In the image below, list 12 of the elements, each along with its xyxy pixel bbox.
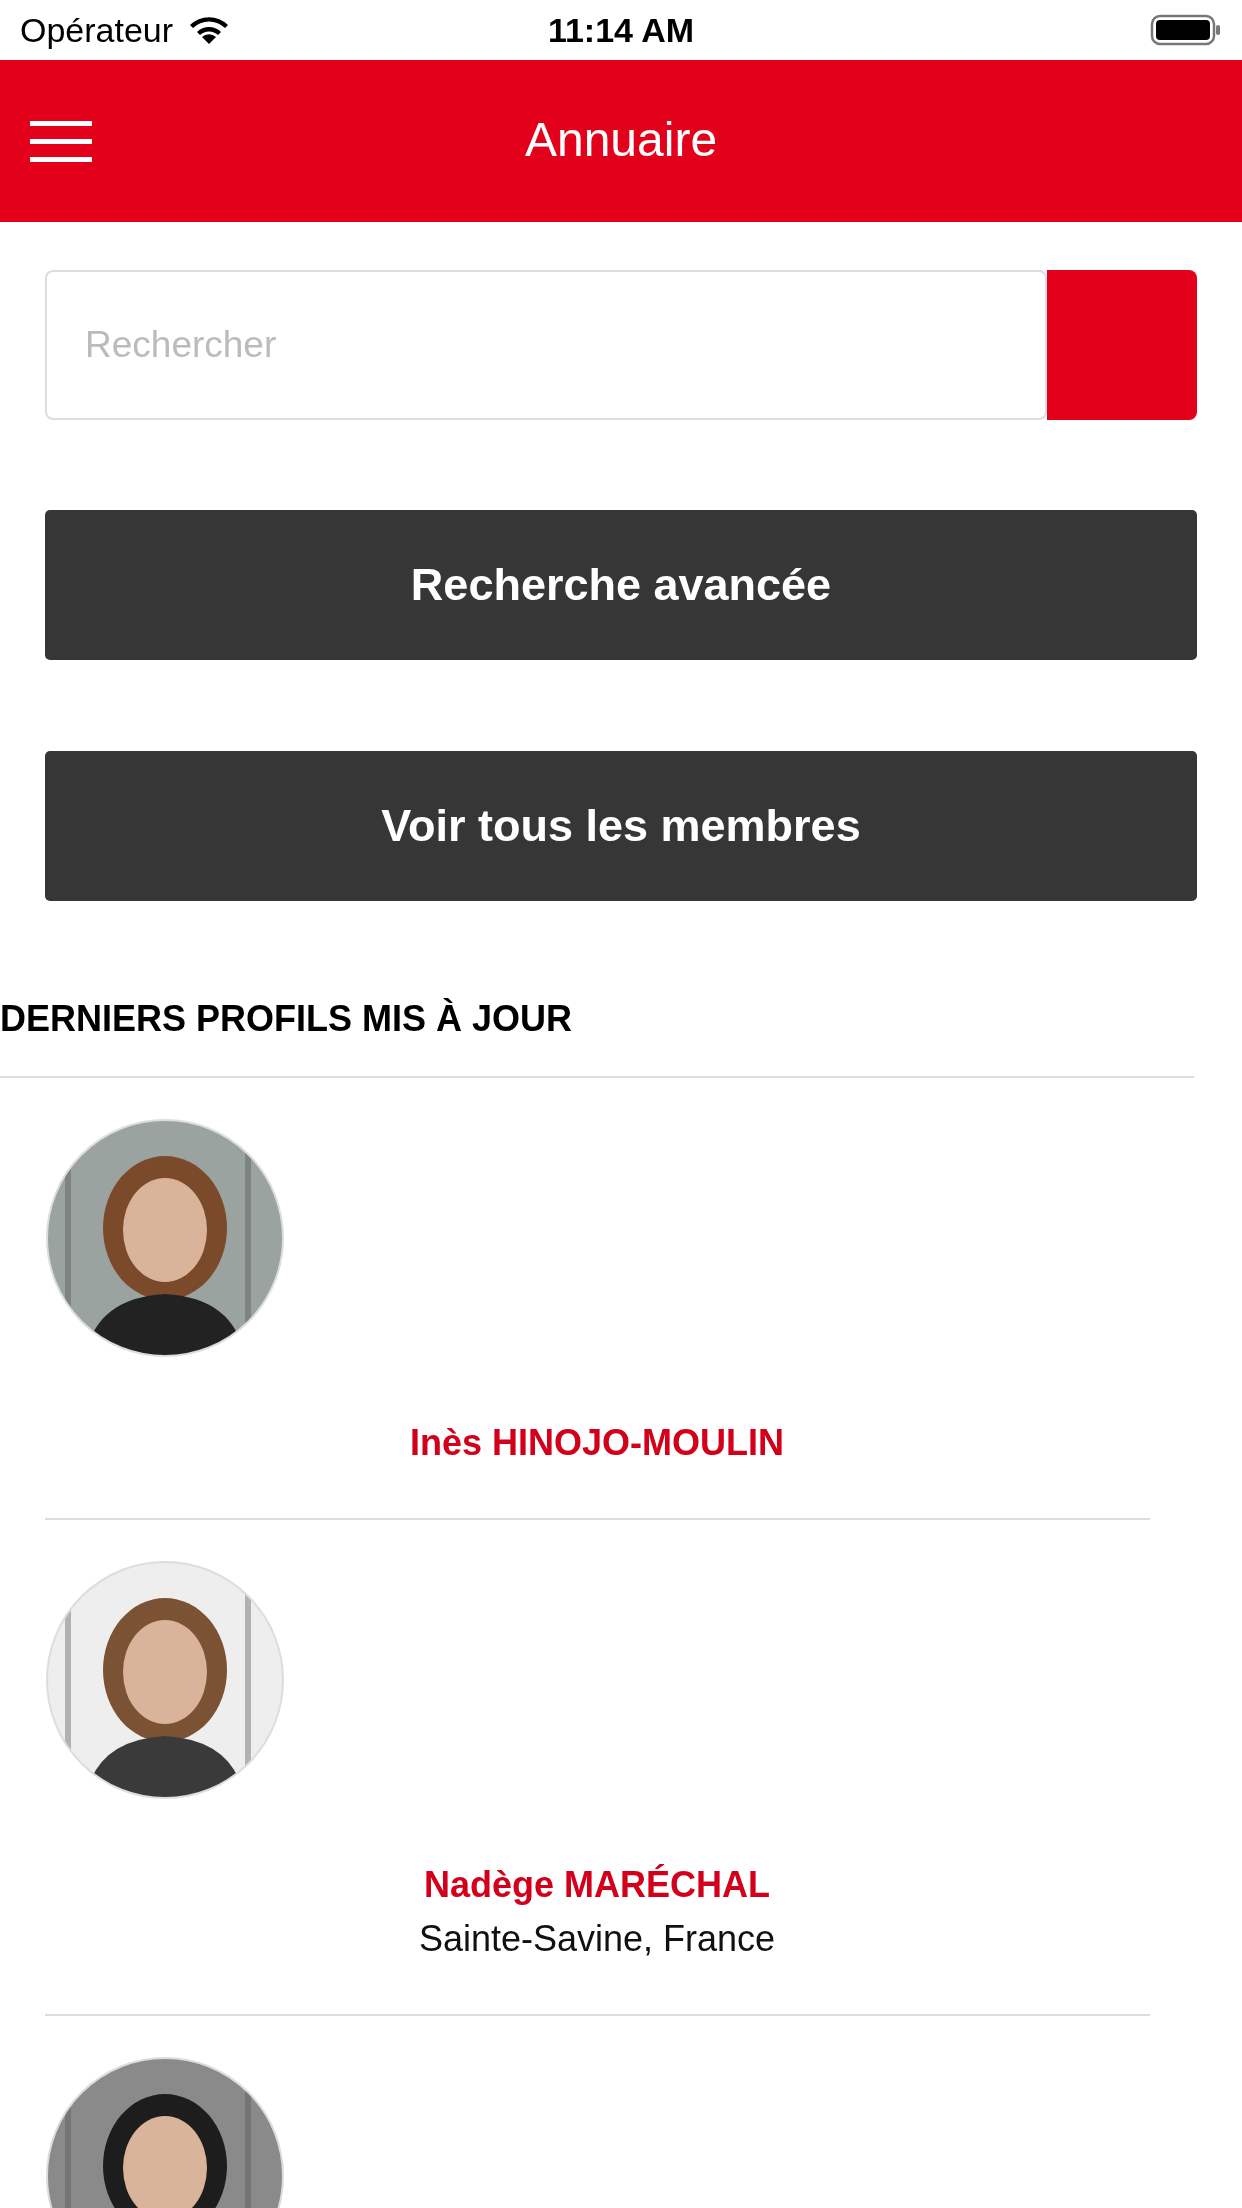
battery-icon <box>1150 13 1222 47</box>
carrier-name: Opérateur <box>20 10 174 50</box>
status-time: 11:14 AM <box>547 10 695 50</box>
search-field[interactable]: Rechercher <box>45 270 1047 420</box>
section-heading: DERNIERS PROFILS MIS À JOUR <box>0 998 573 1041</box>
member-location: Sainte-Savine, France <box>418 1918 776 1960</box>
member-name[interactable]: Inès HINOJO-MOULIN <box>410 1422 784 1464</box>
page-title: Annuaire <box>524 112 718 167</box>
member-name[interactable]: Nadège MARÉCHAL <box>424 1864 770 1906</box>
action-button[interactable]: Recherche avancée <box>45 510 1197 660</box>
action-button[interactable]: Voir tous les membres <box>45 751 1197 901</box>
menu-icon[interactable] <box>30 119 92 163</box>
